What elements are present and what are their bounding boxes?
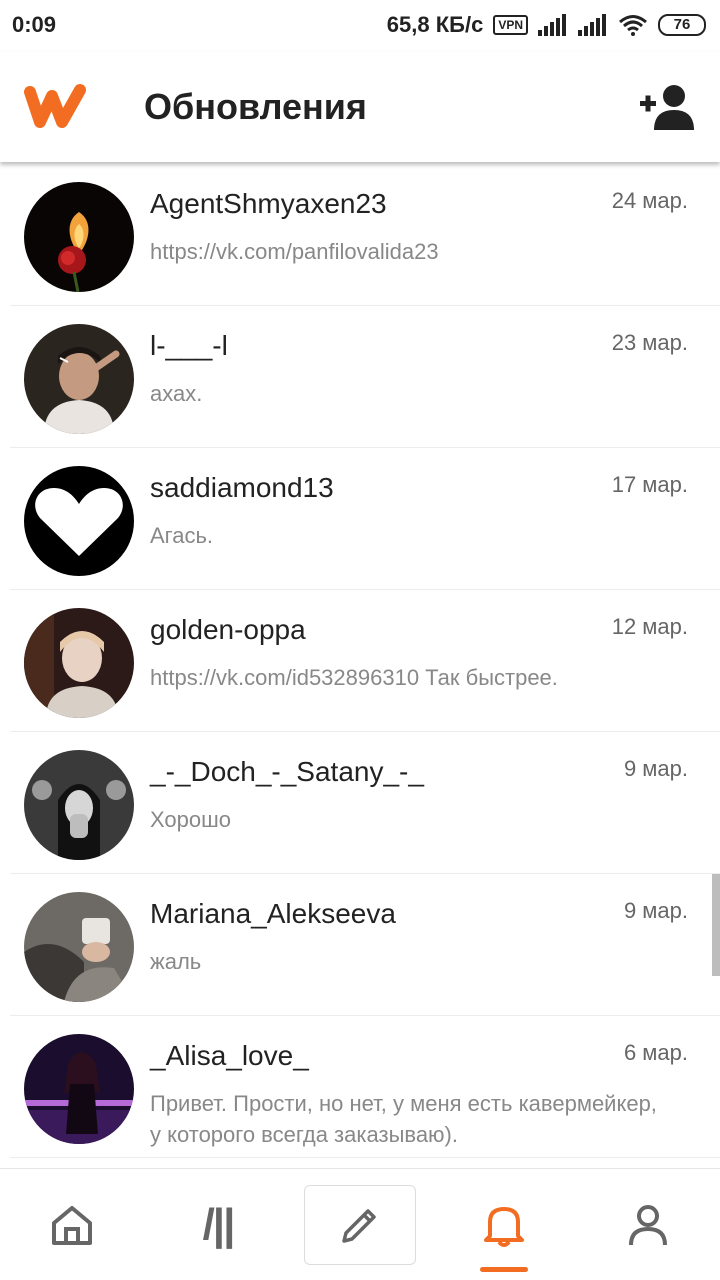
nav-write[interactable] — [304, 1185, 416, 1265]
sender-name: saddiamond13 — [150, 472, 334, 503]
message-date: 6 мар. — [623, 1040, 688, 1065]
message-preview: https://vk.com/id532896310 Так быстрее. — [150, 665, 558, 690]
status-bar: 0:09 65,8 КБ/с VPN 76 — [0, 0, 720, 52]
library-icon: /|| — [202, 1200, 236, 1249]
wifi-icon — [619, 15, 647, 36]
sender-name: _Alisa_love_ — [150, 1040, 309, 1071]
list-item[interactable]: l-___-l 23 мар. ахах. — [10, 306, 720, 448]
bottom-navigation: /|| — [0, 1168, 720, 1280]
message-preview: https://vk.com/panfilovalida23 — [150, 239, 439, 264]
message-date: 23 мар. — [611, 330, 688, 355]
status-indicators: 65,8 КБ/с VPN 76 — [387, 12, 706, 38]
message-date: 9 мар. — [623, 756, 688, 781]
signal-icon — [578, 14, 606, 36]
message-date: 24 мар. — [611, 188, 688, 213]
messages-list[interactable]: AgentShmyaxen23 24 мар. https://vk.com/p… — [0, 164, 720, 1168]
active-tab-indicator — [480, 1267, 528, 1272]
network-speed: 65,8 КБ/с — [386, 12, 484, 37]
avatar[interactable] — [24, 750, 134, 860]
avatar[interactable] — [24, 892, 134, 1002]
signal-icon — [538, 14, 566, 36]
list-item[interactable]: AgentShmyaxen23 24 мар. https://vk.com/p… — [10, 164, 720, 306]
avatar[interactable] — [24, 466, 134, 576]
list-item[interactable]: _Alisa_love_ 6 мар. Привет. Прости, но н… — [10, 1016, 720, 1158]
write-icon — [342, 1209, 376, 1243]
message-date: 9 мар. — [623, 898, 688, 923]
app-bar: Обновления — [0, 52, 720, 162]
notifications-icon — [484, 1207, 524, 1247]
sender-name: _-_Doch_-_Satany_-_ — [150, 756, 424, 787]
battery-indicator: 76 — [658, 14, 706, 36]
message-preview: жаль — [150, 949, 202, 974]
message-date: 12 мар. — [611, 614, 688, 639]
wattpad-logo-icon[interactable] — [24, 82, 88, 130]
sender-name: golden-oppa — [150, 614, 306, 645]
avatar[interactable] — [24, 182, 134, 292]
message-preview: Агась. — [150, 523, 214, 548]
nav-home[interactable] — [16, 1185, 128, 1265]
avatar[interactable] — [24, 1034, 134, 1144]
scrollbar-thumb[interactable] — [712, 874, 720, 976]
nav-library[interactable]: /|| — [162, 1185, 274, 1265]
nav-profile[interactable] — [592, 1185, 704, 1265]
list-item[interactable]: Mariana_Alekseeva 9 мар. жаль — [10, 874, 720, 1016]
page-title: Обновления — [144, 86, 367, 127]
nav-notifications[interactable] — [448, 1185, 560, 1265]
list-item[interactable]: _-_Doch_-_Satany_-_ 9 мар. Хорошо — [10, 732, 720, 874]
add-person-icon[interactable] — [640, 84, 696, 130]
profile-icon — [629, 1205, 667, 1246]
message-preview: Привет. Прости, но нет, у меня есть каве… — [150, 1091, 657, 1147]
sender-name: l-___-l — [150, 330, 228, 361]
vpn-badge: VPN — [493, 15, 528, 35]
list-item[interactable]: saddiamond13 17 мар. Агась. — [10, 448, 720, 590]
status-time: 0:09 — [12, 12, 57, 37]
avatar[interactable] — [24, 324, 134, 434]
avatar[interactable] — [24, 608, 134, 718]
list-item[interactable]: golden-oppa 12 мар. https://vk.com/id532… — [10, 590, 720, 732]
sender-name: AgentShmyaxen23 — [150, 188, 387, 219]
message-date: 17 мар. — [611, 472, 688, 497]
home-icon — [52, 1206, 92, 1245]
sender-name: Mariana_Alekseeva — [150, 898, 396, 929]
message-preview: ахах. — [150, 381, 203, 406]
message-preview: Хорошо — [150, 807, 232, 832]
